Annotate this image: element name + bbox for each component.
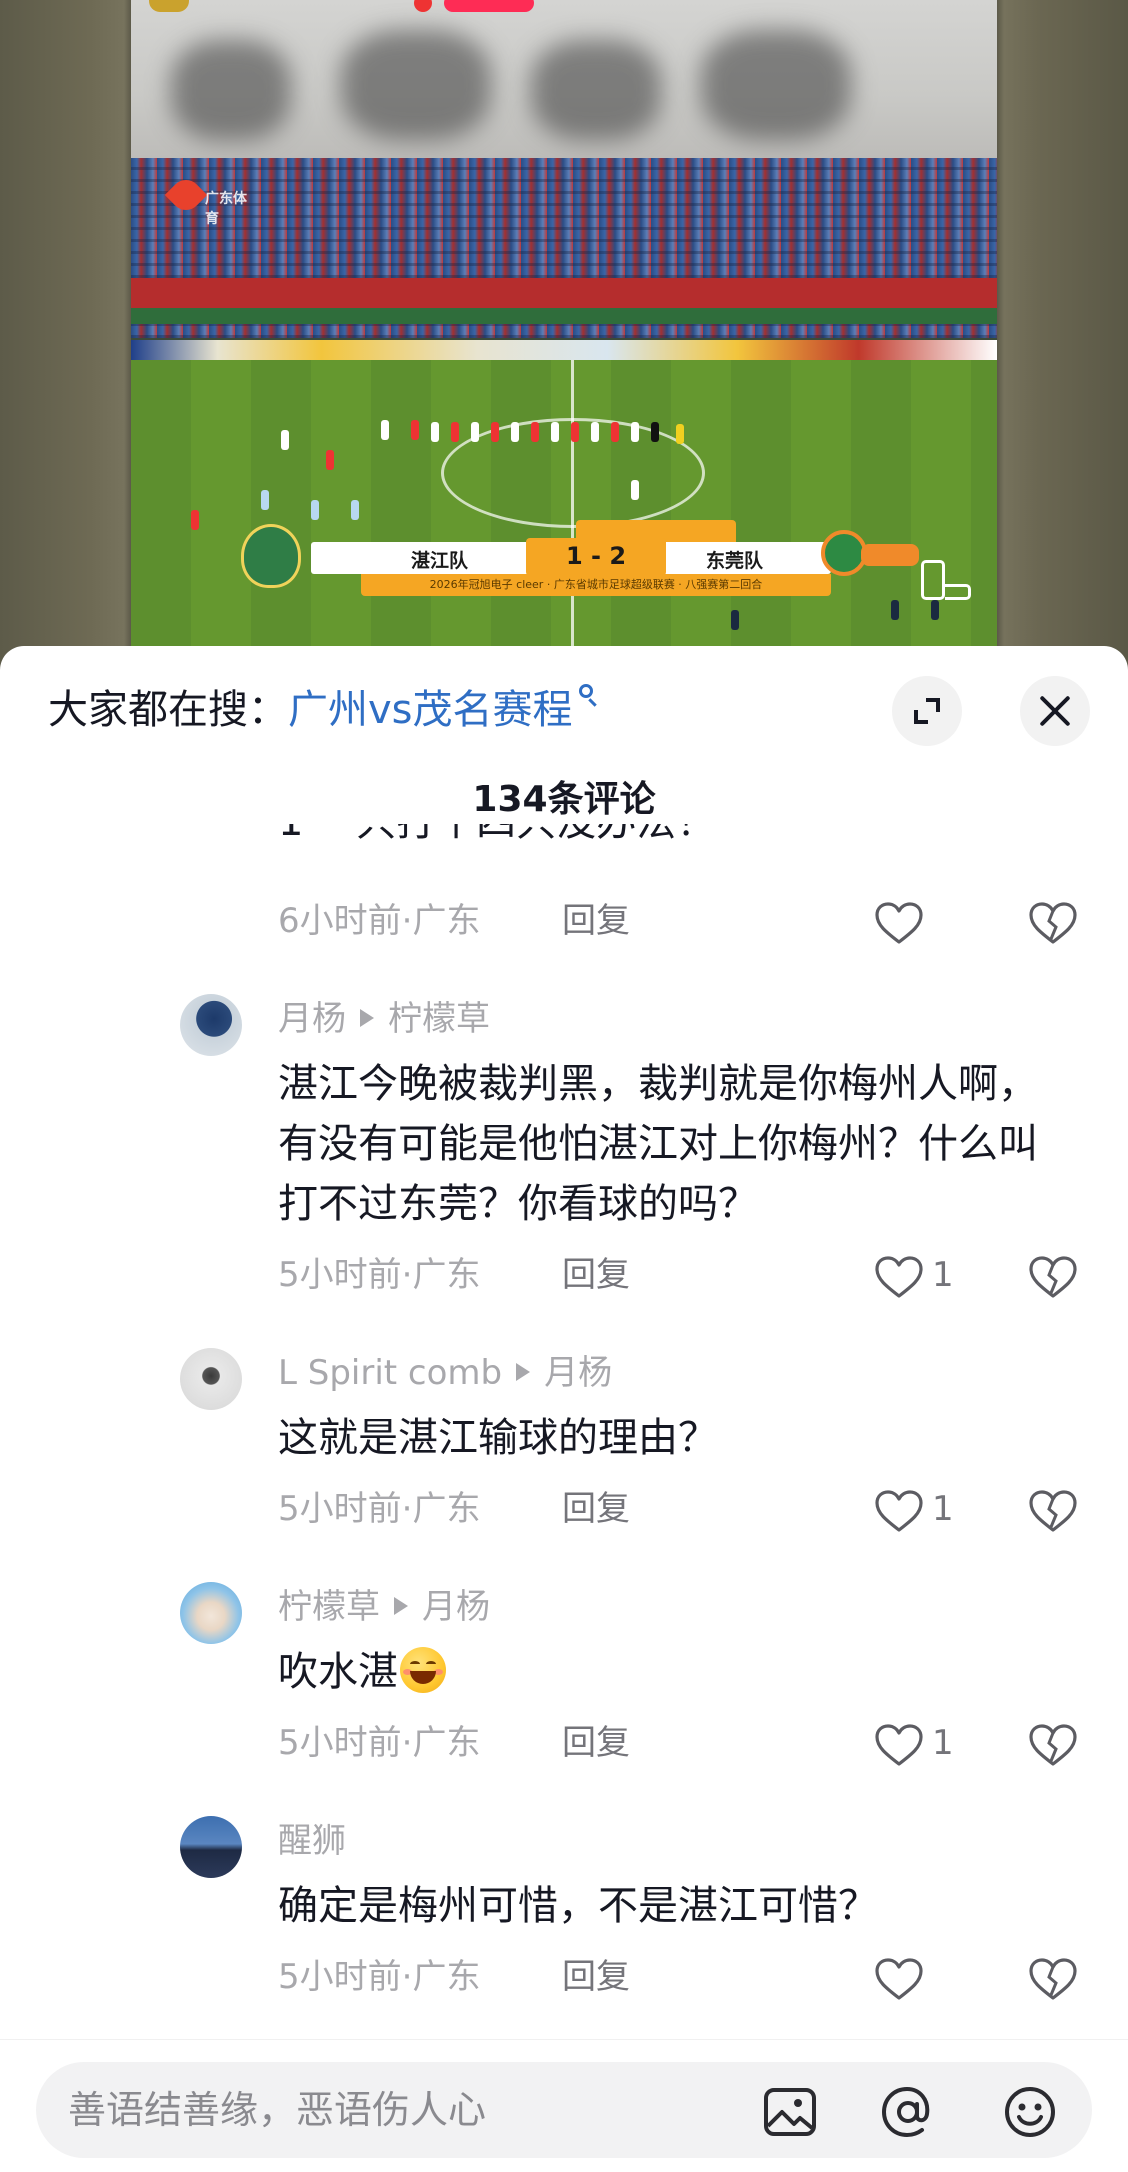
like-button[interactable]	[874, 901, 924, 945]
live-header-strip	[149, 0, 534, 12]
dislike-button[interactable]	[1028, 1723, 1078, 1767]
like-count: 1	[932, 1255, 954, 1295]
comment-author-row: 醒狮	[278, 1816, 346, 1866]
comment-author[interactable]: L Spirit comb	[278, 1353, 502, 1393]
comment-meta: 5小时前·广东 回复 1	[278, 1484, 1098, 1534]
reply-to-author[interactable]: 月杨	[422, 1587, 490, 1627]
reply-arrow-icon	[394, 1596, 408, 1615]
reply-arrow-icon	[360, 1008, 374, 1027]
comment-time: 5小时前·广东	[278, 1489, 481, 1529]
like-button[interactable]	[874, 1489, 924, 1533]
reply-to-author[interactable]: 柠檬草	[388, 999, 490, 1039]
comment-meta: 6小时前·广东 回复	[278, 896, 1098, 946]
close-button[interactable]	[1020, 676, 1090, 746]
football-pitch	[131, 360, 997, 646]
comment-text: 湛江今晚被裁判黑，裁判就是你梅州人啊，有没有可能是他怕湛江对上你梅州？什么叫打不…	[278, 1061, 1038, 1227]
reply-button[interactable]: 回复	[562, 896, 630, 946]
search-icon	[575, 684, 599, 708]
comment-input[interactable]: 善语结善缘，恶语伤人心	[36, 2062, 1092, 2158]
comment-meta: 5小时前·广东 回复 1	[278, 1250, 1098, 1300]
comment-author[interactable]: 柠檬草	[278, 1587, 380, 1627]
at-sign-icon	[881, 2086, 930, 2138]
heart-outline-icon	[875, 1256, 923, 1298]
broken-heart-icon	[1029, 1958, 1077, 2000]
like-button[interactable]	[874, 1957, 924, 2001]
comment-count: 134条评论	[472, 779, 656, 820]
away-team-crest-icon	[821, 530, 921, 576]
heart-outline-icon	[875, 1490, 923, 1532]
broken-heart-icon	[1029, 1256, 1077, 1298]
avatar[interactable]	[180, 994, 242, 1056]
image-icon	[764, 2088, 816, 2136]
home-team-name: 湛江队	[411, 550, 469, 572]
reply-button[interactable]: 回复	[562, 1484, 630, 1534]
dislike-button[interactable]	[1028, 901, 1078, 945]
like-count: 1	[932, 1489, 954, 1529]
comment-time: 5小时前·广东	[278, 1723, 481, 1763]
scoreboard: 湛江队 1 - 2 东莞队 2026年冠旭电子 cleer · 广东省城市足球超…	[241, 520, 919, 600]
match-score: 1 - 2	[565, 542, 627, 570]
advertising-board	[131, 340, 997, 360]
comment-meta: 5小时前·广东 回复 1	[278, 1718, 1098, 1768]
comment-text: 吹水湛	[278, 1642, 1068, 1702]
comment-author-row: 月杨 柠檬草	[278, 994, 490, 1044]
mention-button[interactable]	[880, 2084, 936, 2140]
blurred-overlay	[131, 0, 997, 158]
reply-button[interactable]: 回复	[562, 1718, 630, 1768]
like-count: 1	[932, 1723, 954, 1763]
comment-input-bar: 善语结善缘，恶语伤人心	[0, 2039, 1128, 2172]
channel-logo-text: 广东体育	[205, 191, 247, 227]
avatar[interactable]	[180, 1348, 242, 1410]
channel-logo: 广东体育	[164, 173, 249, 227]
rotate-screen-icon[interactable]	[921, 560, 971, 600]
avatar[interactable]	[180, 1816, 242, 1878]
dislike-button[interactable]	[1028, 1255, 1078, 1299]
channel-logo-icon	[164, 173, 208, 217]
comment-text: 确定是梅州可惜，不是湛江可惜？	[278, 1883, 878, 1929]
competition-subtitle: 2026年冠旭电子 cleer · 广东省城市足球超级联赛 · 八强赛第二回合	[361, 574, 831, 596]
partial-comment-text: 1 一只打个四只没办法！	[278, 824, 978, 846]
reply-to-author[interactable]: 月杨	[544, 1353, 612, 1393]
dislike-button[interactable]	[1028, 1957, 1078, 2001]
comment-author[interactable]: 醒狮	[278, 1821, 346, 1861]
comment-meta: 5小时前·广东 回复	[278, 1952, 1098, 2002]
comment-text: 这就是湛江输球的理由？	[278, 1415, 718, 1461]
comment-sheet: 大家都在搜：广州vs茂名赛程 134条评论 1 一只打个四只没办法！ 6小时前·…	[0, 646, 1128, 2172]
comment-input-placeholder: 善语结善缘，恶语伤人心	[68, 2088, 487, 2132]
reply-arrow-icon	[516, 1362, 531, 1381]
broken-heart-icon	[1029, 1490, 1077, 1532]
like-button[interactable]	[874, 1255, 924, 1299]
heart-outline-icon	[875, 1724, 923, 1766]
broken-heart-icon	[1029, 1724, 1077, 1766]
comment-author[interactable]: 月杨	[278, 999, 346, 1039]
comment-time: 5小时前·广东	[278, 1957, 481, 1997]
trending-search[interactable]: 大家都在搜：广州vs茂名赛程	[48, 680, 599, 740]
away-team-name: 东莞队	[706, 550, 764, 572]
trending-search-prefix: 大家都在搜：	[48, 687, 288, 733]
emoji-button[interactable]	[1002, 2084, 1058, 2140]
image-button[interactable]	[762, 2084, 818, 2140]
comment-time: 6小时前·广东	[278, 901, 481, 941]
comment-author-row: L Spirit comb 月杨	[278, 1348, 612, 1398]
expand-button[interactable]	[892, 676, 962, 746]
video-player[interactable]: 广东体育 湛江队 1 - 2 东莞队 2026年冠旭电子 cleer · 广东省…	[131, 0, 997, 646]
heart-outline-icon	[875, 1958, 923, 2000]
smiley-icon	[1005, 2087, 1055, 2137]
stadium-banners	[131, 278, 997, 324]
reply-button[interactable]: 回复	[562, 1250, 630, 1300]
avatar[interactable]	[180, 1582, 242, 1644]
broken-heart-icon	[1029, 902, 1077, 944]
reply-button[interactable]: 回复	[562, 1952, 630, 2002]
comment-author-row: 柠檬草 月杨	[278, 1582, 490, 1632]
home-team-crest-icon	[241, 524, 301, 588]
heart-outline-icon	[875, 902, 923, 944]
comment-time: 5小时前·广东	[278, 1255, 481, 1295]
trending-search-term[interactable]: 广州vs茂名赛程	[288, 687, 573, 733]
dislike-button[interactable]	[1028, 1489, 1078, 1533]
expand-icon	[914, 710, 928, 724]
like-button[interactable]	[874, 1723, 924, 1767]
grinning-emoji-icon	[400, 1647, 446, 1693]
